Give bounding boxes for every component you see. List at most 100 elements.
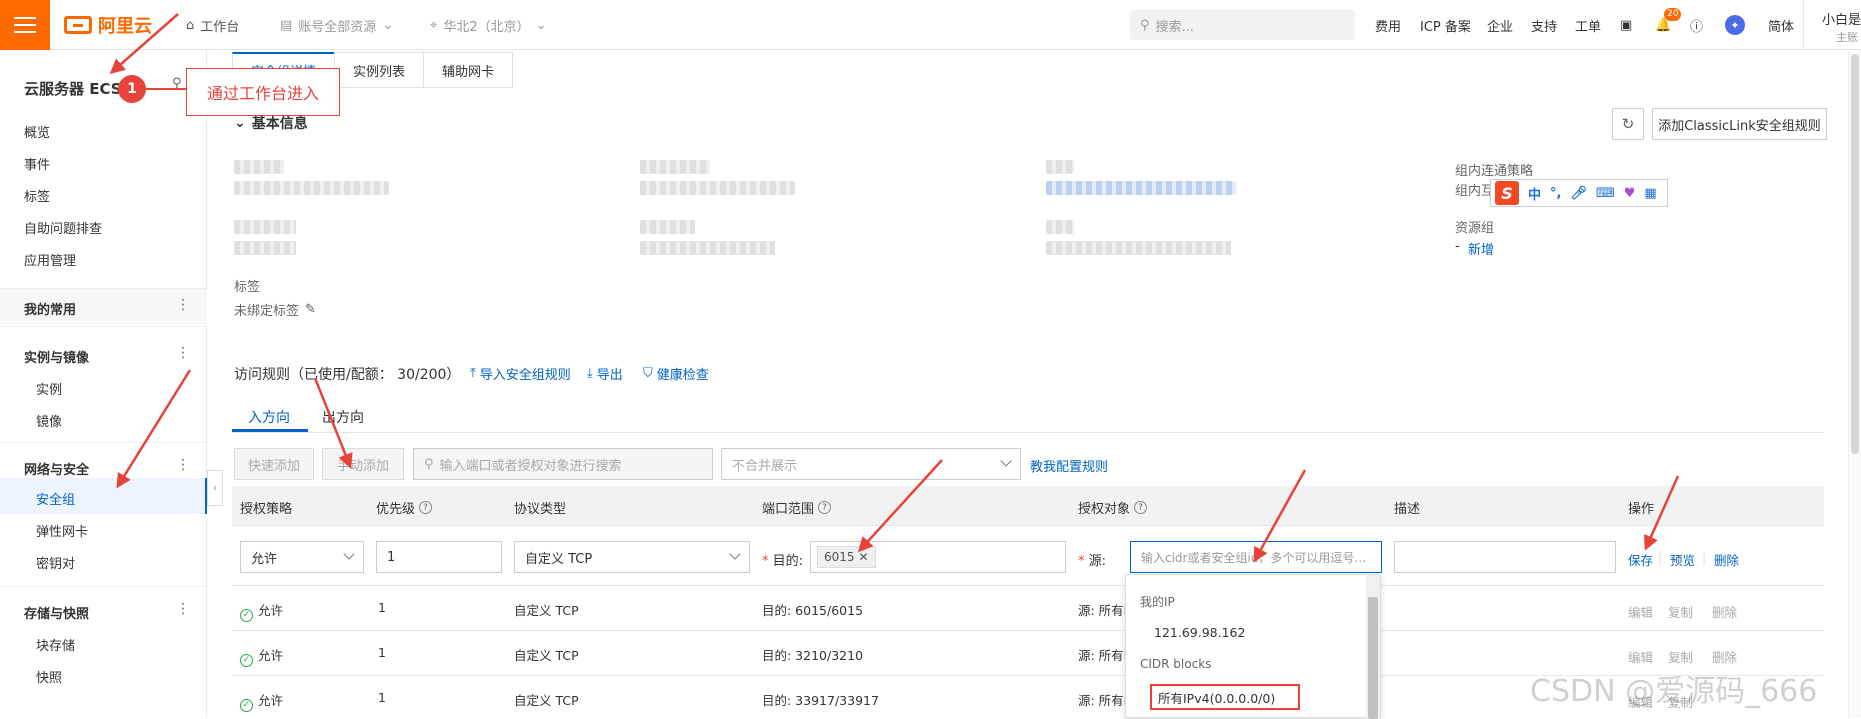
manual-add-button[interactable]: 手动添加 (322, 448, 404, 480)
skin-icon[interactable]: ♥ (1624, 186, 1636, 201)
global-search-input[interactable]: ⚲ 搜索... (1130, 10, 1355, 40)
sidebar-item-block-storage[interactable]: 块存储 (36, 635, 75, 654)
sidebar-search-icon[interactable]: ⚲ (172, 76, 182, 91)
more-icon[interactable]: ⋮ (176, 601, 190, 617)
sidebar-item-image[interactable]: 镜像 (36, 411, 62, 430)
page-scrollbar[interactable] (1848, 50, 1861, 718)
sidebar-item-app-mgmt[interactable]: 应用管理 (24, 250, 76, 269)
tab-inbound[interactable]: 入方向 (248, 407, 290, 427)
merge-display-select[interactable]: 不合并展示 (721, 448, 1021, 480)
nav-support[interactable]: 支持 (1531, 0, 1557, 50)
sidebar-item-overview[interactable]: 概览 (24, 122, 50, 141)
refresh-icon[interactable]: ↻ (1612, 108, 1644, 140)
close-icon[interactable]: ✕ (859, 550, 869, 564)
quick-add-button[interactable]: 快速添加 (234, 448, 314, 480)
nav-icp[interactable]: ICP 备案 (1420, 0, 1471, 50)
health-check-link[interactable]: ⛉ 健康检查 (643, 364, 709, 383)
bell-icon[interactable]: 🔔 20 (1655, 0, 1682, 50)
teach-config-link[interactable]: 教我配置规则 (1030, 456, 1108, 475)
download-icon: ⤓ (587, 366, 593, 381)
rules-search-input[interactable]: ⚲ 输入端口或者授权对象进行搜索 (413, 448, 713, 480)
tab-instance-list[interactable]: 实例列表 (334, 52, 425, 88)
more-icon[interactable]: ⋮ (176, 345, 190, 361)
source-input[interactable]: 输入cidr或者安全组id，多个可以用逗号... (1130, 541, 1382, 573)
desc-input[interactable] (1394, 541, 1616, 573)
preview-rule-button[interactable]: 预览 (1670, 550, 1695, 569)
th-port-label: 端口范围 (762, 502, 815, 517)
sidebar-item-instance[interactable]: 实例 (36, 379, 62, 398)
sidebar-item-snapshot[interactable]: 快照 (36, 667, 62, 686)
nav-ticket[interactable]: 工单 (1575, 0, 1601, 50)
help-icon[interactable]: ? (1134, 501, 1148, 514)
row-2-edit[interactable]: 编辑 (1628, 647, 1653, 666)
sidebar-item-events[interactable]: 事件 (24, 154, 50, 173)
port-range-input[interactable]: 6015 ✕ (810, 541, 1066, 573)
th-port: 端口范围? (762, 498, 832, 517)
aliyun-logo[interactable]: 阿里云 (64, 12, 152, 38)
protocol-select[interactable]: 自定义 TCP (514, 541, 750, 573)
sidebar-group-instances[interactable]: 实例与镜像 (24, 347, 89, 366)
check-icon: ✓ (240, 608, 253, 622)
nav-enterprise[interactable]: 企业 (1487, 0, 1513, 50)
lang-select[interactable]: 简体 (1768, 0, 1794, 50)
resource-group-new-link[interactable]: 新增 (1468, 239, 1494, 258)
edit-icon[interactable]: ✎ (305, 302, 316, 317)
user-name[interactable]: 小白是 (1822, 9, 1861, 28)
row-2-delete[interactable]: 删除 (1712, 647, 1737, 666)
more-icon[interactable]: ⋮ (176, 457, 190, 473)
sidebar-item-eni[interactable]: 弹性网卡 (36, 521, 88, 540)
delete-rule-button[interactable]: 删除 (1714, 550, 1739, 569)
th-desc: 描述 (1394, 498, 1420, 517)
region-select[interactable]: ⌖ 华北2（北京） ⌄ (430, 0, 547, 50)
ime-punct[interactable]: °, (1550, 186, 1561, 201)
sidebar-group-storage[interactable]: 存储与快照 (24, 603, 89, 622)
mic-icon[interactable]: 🎤︎ (1570, 186, 1587, 201)
sidebar-collapse-handle[interactable]: ‹ (207, 470, 223, 506)
row-2-copy[interactable]: 复制 (1668, 647, 1693, 666)
toolbox-icon[interactable]: ▦ (1644, 186, 1656, 201)
page-scroll-thumb[interactable] (1851, 54, 1859, 454)
nav-ticket-label: 工单 (1575, 19, 1602, 35)
help-icon[interactable]: ? (818, 501, 832, 514)
row-1-copy[interactable]: 复制 (1668, 602, 1693, 621)
row-1-delete[interactable]: 删除 (1712, 602, 1737, 621)
terminal-icon[interactable]: ▣ (1620, 0, 1632, 50)
sidebar-group-my-common[interactable]: 我的常用 (24, 299, 76, 318)
import-rules-link[interactable]: ⤒ 导入安全组规则 (470, 364, 571, 383)
tab-outbound[interactable]: 出方向 (322, 407, 364, 427)
dropdown-scrollbar[interactable] (1366, 575, 1380, 719)
ime-toolbar[interactable]: S 中 °, 🎤︎ ⌨ ♥ ▦ (1490, 179, 1668, 207)
workbench-link[interactable]: ⌂ 工作台 (186, 0, 239, 50)
add-classiclink-button[interactable]: 添加ClassicLink安全组规则 (1652, 108, 1827, 140)
blurred-label (1046, 160, 1074, 174)
th-ops-label: 操作 (1628, 502, 1655, 517)
basic-info-header[interactable]: ⌄ 基本信息 (234, 113, 308, 133)
ops-separator: | (1702, 550, 1707, 565)
sidebar-item-tags[interactable]: 标签 (24, 186, 50, 205)
tab-secondary-eni[interactable]: 辅助网卡 (423, 52, 514, 88)
keyboard-icon[interactable]: ⌨ (1596, 186, 1615, 201)
save-rule-button[interactable]: 保存 (1628, 550, 1653, 569)
sidebar-item-troubleshoot[interactable]: 自助问题排查 (24, 218, 102, 237)
sidebar-group-network[interactable]: 网络与安全 (24, 459, 89, 478)
nav-fee[interactable]: 费用 (1375, 0, 1401, 50)
ime-lang[interactable]: 中 (1528, 184, 1541, 203)
sidebar-item-keypair[interactable]: 密钥对 (36, 553, 75, 572)
assistant-icon[interactable]: ✦ (1725, 0, 1745, 50)
dropdown-all-ipv4-option[interactable]: 所有IPv4(0.0.0.0/0) (1150, 684, 1300, 710)
th-source-label: 授权对象 (1078, 502, 1131, 517)
policy-select[interactable]: 允许 (240, 541, 364, 573)
export-link[interactable]: ⤓ 导出 (587, 364, 623, 383)
dropdown-my-ip-option[interactable]: 121.69.98.162 (1154, 625, 1245, 640)
priority-input[interactable]: 1 (376, 541, 502, 573)
sidebar-divider (0, 326, 207, 327)
row-1-edit[interactable]: 编辑 (1628, 602, 1653, 621)
help-icon[interactable]: ⓘ (1690, 0, 1703, 50)
menu-icon[interactable] (0, 0, 50, 50)
port-tag-label: 6015 (824, 550, 855, 564)
sidebar-item-security-group[interactable]: 安全组 (36, 489, 75, 508)
help-icon[interactable]: ? (419, 501, 433, 514)
dropdown-scroll-thumb[interactable] (1368, 597, 1378, 719)
account-resources-select[interactable]: ▤ 账号全部资源 ⌄ (280, 0, 393, 50)
more-icon[interactable]: ⋮ (176, 297, 190, 313)
